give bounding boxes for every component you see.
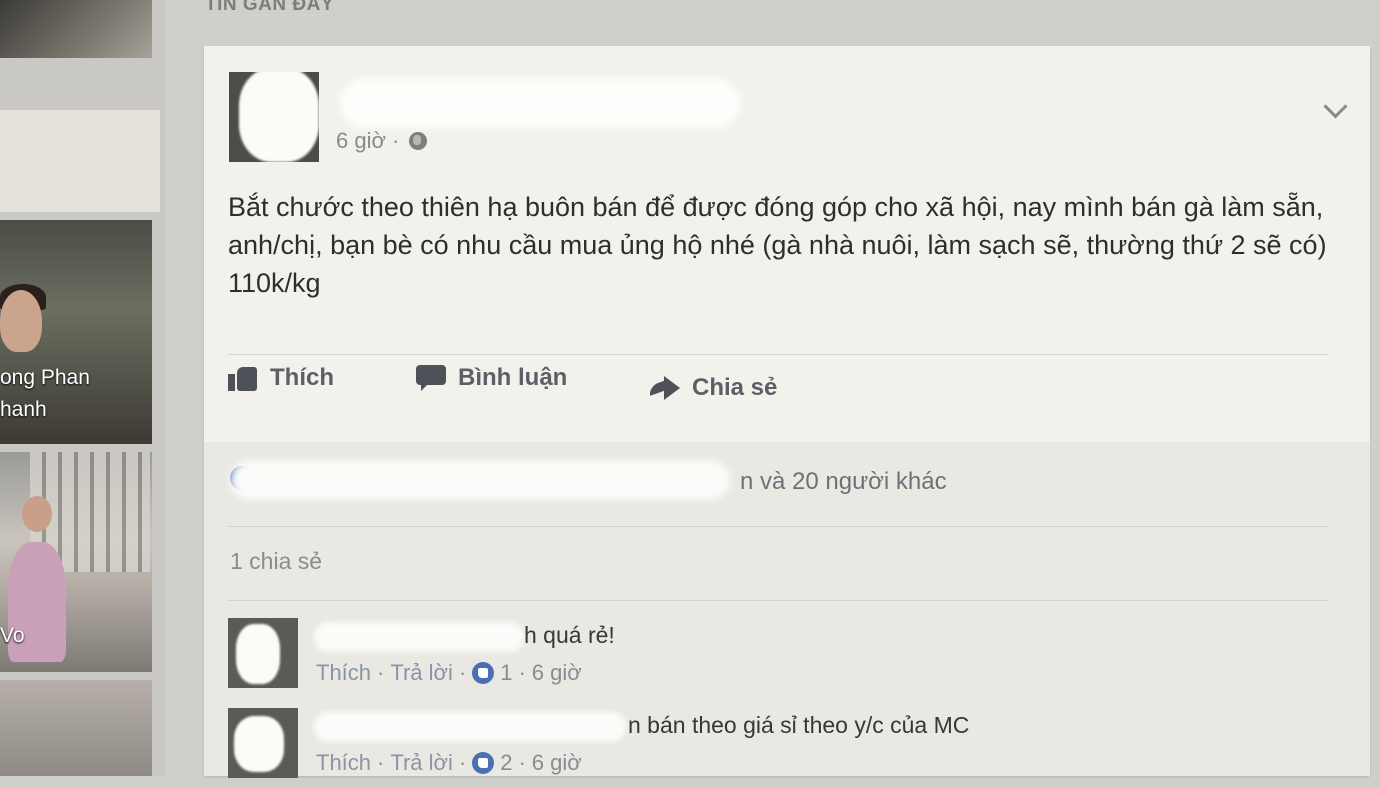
like-label: Thích: [270, 364, 334, 391]
comment-meta: Thích · Trả lời · 1 · 6 giờ: [316, 660, 582, 686]
comment-icon: [416, 365, 446, 391]
comment-button[interactable]: Bình luận: [416, 364, 567, 392]
like-button[interactable]: Thích: [228, 364, 334, 392]
post-card: 6 giờ · Bắt chước theo thiên hạ buôn bán…: [204, 46, 1370, 778]
photo-face: [0, 290, 42, 352]
likes-text[interactable]: n và 20 người khác: [740, 468, 947, 496]
friend-tile[interactable]: Vo: [0, 452, 152, 672]
comment-like-count[interactable]: 2: [500, 750, 512, 776]
comment-reply-link[interactable]: Trả lời: [390, 660, 453, 686]
photo-head: [22, 496, 52, 532]
like-reaction-icon: [472, 662, 495, 684]
comment-item: n bán theo giá sỉ theo y/c của MC Thích …: [228, 708, 1328, 788]
commenter-name-redacted[interactable]: [314, 712, 626, 742]
post-header-body: 6 giờ · Bắt chước theo thiên hạ buôn bán…: [204, 46, 1370, 442]
thumbs-up-icon: [228, 365, 258, 391]
globe-icon[interactable]: [409, 132, 428, 150]
share-button[interactable]: Chia sẻ: [650, 374, 777, 402]
likes-summary[interactable]: n và 20 người khác: [230, 460, 1330, 500]
post-time[interactable]: 6 giờ: [336, 128, 386, 153]
commenter-avatar[interactable]: [228, 708, 298, 778]
post-feedback: n và 20 người khác 1 chia sẻ h quá rẻ! T…: [204, 442, 1370, 778]
comment-reply-link[interactable]: Trả lời: [390, 750, 453, 776]
comment-text: n bán theo giá sỉ theo y/c của MC: [628, 712, 970, 738]
friend-tile[interactable]: [0, 0, 152, 58]
comment-like-count[interactable]: 1: [500, 660, 512, 686]
friend-tile[interactable]: [0, 110, 160, 212]
author-avatar[interactable]: [229, 72, 319, 162]
share-arrow-icon: [650, 376, 680, 400]
commenter-name-redacted[interactable]: [314, 622, 524, 652]
likers-redacted: [230, 460, 730, 500]
shares-count[interactable]: 1 chia sẻ: [230, 548, 322, 575]
post-body: Bắt chước theo thiên hạ buôn bán để được…: [228, 192, 1327, 298]
like-reaction-icon: [472, 752, 495, 774]
comment-meta: Thích · Trả lời · 2 · 6 giờ: [316, 750, 582, 776]
comment-text: h quá rẻ!: [524, 622, 615, 648]
share-label: Chia sẻ: [692, 374, 778, 401]
comment-label: Bình luận: [458, 364, 568, 391]
divider: [228, 600, 1328, 601]
friend-name: hanh: [0, 398, 47, 421]
commenter-avatar[interactable]: [228, 618, 298, 688]
divider: [228, 354, 1328, 355]
comment-like-link[interactable]: Thích: [316, 750, 371, 776]
friends-sidebar: ong Phan hanh Vo: [0, 0, 165, 776]
post-meta: 6 giờ ·: [336, 128, 428, 154]
comment-time[interactable]: 6 giờ: [532, 750, 582, 776]
chevron-down-icon[interactable]: [1323, 94, 1348, 119]
comment-item: h quá rẻ! Thích · Trả lời · 1 · 6 giờ: [228, 618, 1328, 698]
comment-like-link[interactable]: Thích: [316, 660, 371, 686]
friend-tile[interactable]: ong Phan hanh: [0, 220, 152, 444]
section-label: TIN GẦN ĐÂY: [205, 0, 334, 15]
meta-separator: ·: [392, 128, 400, 153]
friend-name: ong Phan: [0, 366, 90, 389]
comment-time[interactable]: 6 giờ: [532, 660, 582, 686]
divider: [228, 526, 1328, 527]
author-name-redacted[interactable]: [340, 78, 740, 128]
friend-name: Vo: [0, 624, 25, 647]
friend-tile[interactable]: [0, 680, 152, 776]
